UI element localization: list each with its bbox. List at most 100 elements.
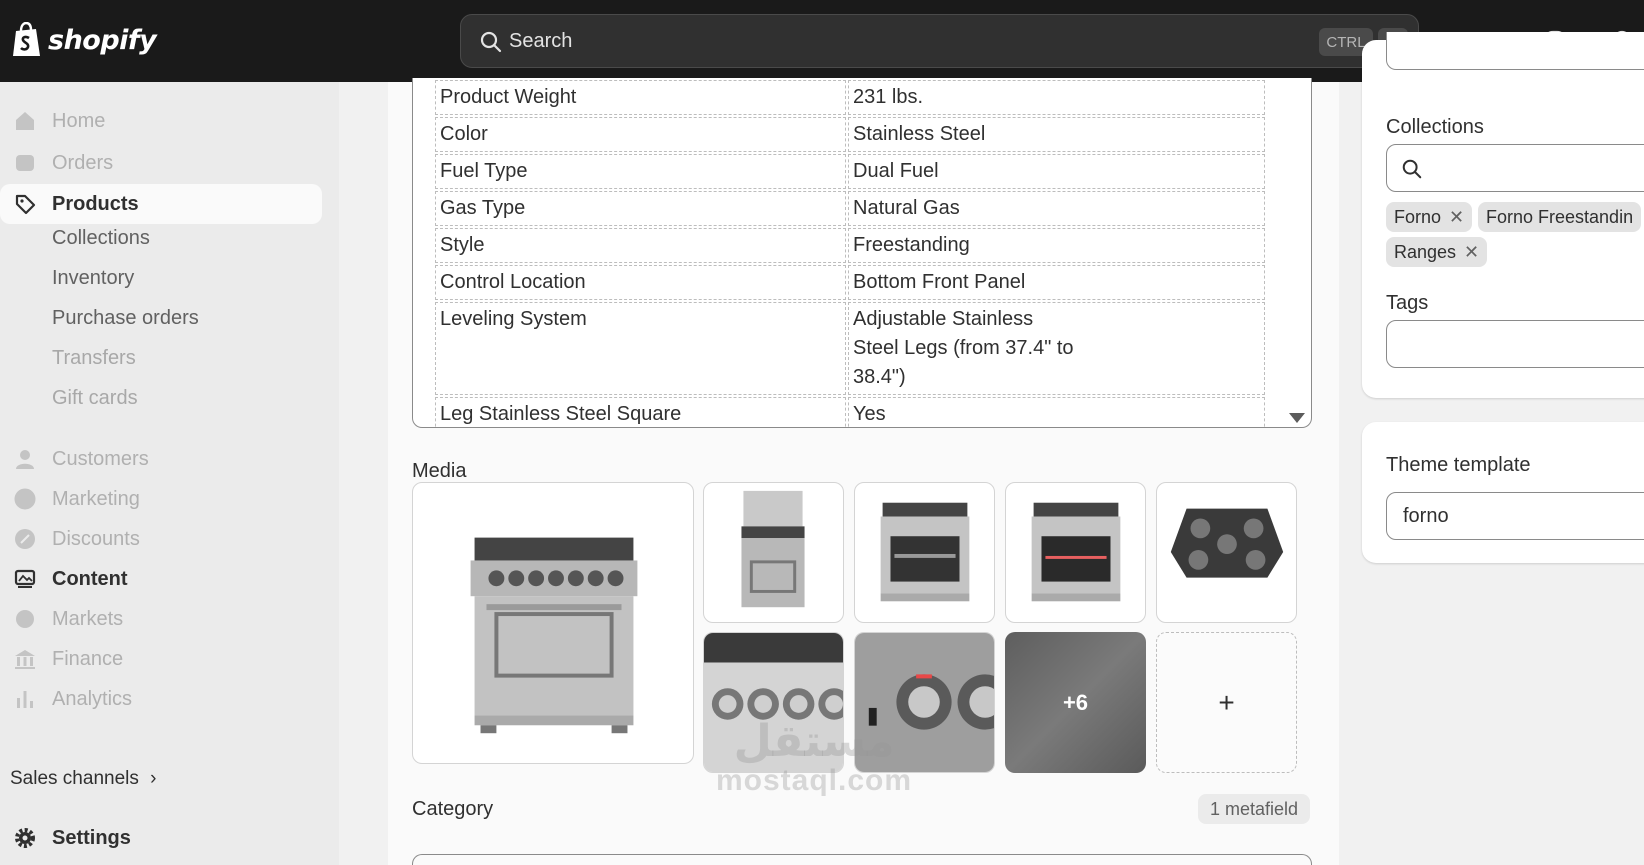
- sidebar-item-content[interactable]: Content: [0, 559, 322, 599]
- type-input[interactable]: [1386, 32, 1644, 70]
- media-section-title: Media: [412, 460, 467, 482]
- tags-label: Tags: [1386, 292, 1429, 314]
- spec-row: Product Weight 231 lbs.: [435, 80, 1265, 115]
- sidebar-item-label: Finance: [52, 648, 124, 670]
- sidebar-item-finance[interactable]: Finance: [0, 639, 322, 679]
- sidebar-item-label: Products: [52, 193, 139, 215]
- sidebar-subitem-transfers[interactable]: Transfers: [52, 347, 136, 370]
- spec-row: Fuel Type Dual Fuel: [435, 154, 1265, 189]
- media-thumbnail[interactable]: [1005, 482, 1146, 623]
- person-icon: [16, 450, 34, 469]
- bar-chart-icon: [17, 691, 33, 708]
- sidebar-item-label: Discounts: [52, 528, 140, 550]
- remove-chip-icon[interactable]: ✕: [1464, 242, 1479, 263]
- sidebar-item-customers[interactable]: Customers: [0, 439, 322, 479]
- more-media-button[interactable]: +6: [1005, 632, 1146, 773]
- sidebar-subitem-gift-cards[interactable]: Gift cards: [52, 387, 138, 410]
- scroll-down-arrow-icon[interactable]: [1289, 413, 1305, 423]
- specifications-table: Product Weight 231 lbs. Color Stainless Ste…: [433, 78, 1267, 427]
- sidebar-item-home[interactable]: Home: [0, 101, 322, 141]
- theme-template-select[interactable]: forno: [1386, 492, 1644, 540]
- sales-channels-label: Sales channels: [10, 768, 139, 789]
- spec-value: Natural Gas: [848, 191, 1265, 226]
- category-input[interactable]: [412, 854, 1312, 865]
- range-oven-image: [470, 537, 638, 734]
- spec-key: Gas Type: [435, 191, 846, 226]
- spec-key: Style: [435, 228, 846, 263]
- sales-channels-header[interactable]: Sales channels ›: [10, 768, 156, 790]
- tags-input[interactable]: [1386, 320, 1644, 368]
- media-thumbnail[interactable]: [854, 482, 995, 623]
- sidebar-item-analytics[interactable]: Analytics: [0, 679, 322, 719]
- media-thumbnail[interactable]: [1156, 482, 1297, 623]
- collection-chip-label: Forno Freestandin: [1486, 206, 1634, 227]
- watermark-latin: mostaql.com: [716, 764, 913, 797]
- spec-value: Stainless Steel: [848, 117, 1265, 152]
- sidebar-item-label: Settings: [52, 827, 131, 849]
- remove-chip-icon[interactable]: ✕: [1449, 207, 1464, 228]
- spec-value: 231 lbs.: [848, 80, 1265, 115]
- collection-chip-label: Ranges: [1394, 241, 1457, 262]
- sidebar-item-discounts[interactable]: Discounts: [0, 519, 322, 559]
- image-icon: [14, 569, 36, 588]
- spec-key: Color: [435, 117, 846, 152]
- home-icon: [16, 112, 34, 130]
- spec-value: Bottom Front Panel: [848, 265, 1265, 300]
- media-thumbnail[interactable]: [703, 482, 844, 623]
- description-editor[interactable]: Product Weight 231 lbs. Color Stainless Ste…: [412, 78, 1312, 428]
- collection-chip: Ranges ✕: [1386, 237, 1488, 267]
- spec-row: Style Freestanding: [435, 228, 1265, 263]
- collections-label: Collections: [1386, 116, 1484, 138]
- sidebar-subitem-collections[interactable]: Collections: [52, 227, 150, 250]
- theme-template-card: Theme template forno: [1362, 422, 1644, 563]
- product-organization-card: Collections Forno ✕ Forno Freestandin Ra…: [1362, 32, 1644, 398]
- spec-key: Leveling System: [435, 302, 846, 395]
- spec-row: Leveling System Adjustable Stainless Stee…: [435, 302, 1265, 395]
- sidebar-item-settings[interactable]: Settings: [0, 818, 322, 858]
- shopify-logo[interactable]: shopify: [10, 22, 157, 58]
- sidebar-item-markets[interactable]: Markets: [0, 599, 322, 639]
- spec-row: Control Location Bottom Front Panel: [435, 265, 1265, 300]
- shopify-bag-icon: [13, 22, 40, 56]
- spec-value: Adjustable Stainless Steel Legs (from 37…: [848, 302, 1265, 395]
- theme-template-label: Theme template: [1386, 454, 1531, 476]
- sidebar-item-label: Markets: [52, 608, 124, 630]
- sidebar-item-orders[interactable]: Orders: [0, 143, 322, 183]
- search-placeholder: Search: [509, 30, 573, 52]
- target-icon: [14, 488, 36, 510]
- gear-icon: [15, 828, 35, 848]
- spec-key: Fuel Type: [435, 154, 846, 189]
- discount-icon: [15, 529, 35, 549]
- tag-icon: [15, 194, 36, 215]
- chevron-right-icon: ›: [150, 768, 157, 789]
- logo-text: shopify: [48, 24, 157, 56]
- spec-value: Freestanding: [848, 228, 1265, 263]
- inbox-icon: [16, 155, 34, 171]
- sidebar-nav: Home Orders Products Collections Invento…: [0, 82, 339, 865]
- spec-key: Leg Stainless Steel Square: [435, 397, 846, 427]
- watermark-arabic: مستقل: [733, 717, 895, 766]
- search-bar[interactable]: Search CTRL K: [460, 14, 1419, 68]
- spec-row: Gas Type Natural Gas: [435, 191, 1265, 226]
- search-icon: [480, 31, 502, 53]
- add-media-button[interactable]: +: [1156, 632, 1297, 773]
- more-media-count: +6: [1062, 689, 1089, 715]
- media-main-image[interactable]: [412, 482, 694, 764]
- collection-chip-label: Forno: [1394, 206, 1442, 227]
- category-section-title: Category: [412, 798, 494, 820]
- collections-search-input[interactable]: [1386, 144, 1644, 192]
- spec-key: Product Weight: [435, 80, 846, 115]
- sidebar-item-label: Orders: [52, 152, 114, 174]
- collection-chip: Forno ✕: [1386, 202, 1473, 232]
- watermark: مستقل mostaql.com: [716, 720, 912, 798]
- sidebar-item-label: Content: [52, 568, 128, 590]
- sidebar-item-marketing[interactable]: Marketing: [0, 479, 322, 519]
- sidebar-item-products[interactable]: Products: [0, 184, 322, 224]
- theme-template-value: forno: [1403, 505, 1449, 527]
- spec-key: Control Location: [435, 265, 846, 300]
- sidebar-subitem-inventory[interactable]: Inventory: [52, 267, 134, 290]
- collection-chip: Forno Freestandin: [1478, 202, 1642, 232]
- metafield-badge[interactable]: 1 metafield: [1198, 794, 1311, 824]
- spec-row: Color Stainless Steel: [435, 117, 1265, 152]
- sidebar-subitem-purchase-orders[interactable]: Purchase orders: [52, 307, 199, 330]
